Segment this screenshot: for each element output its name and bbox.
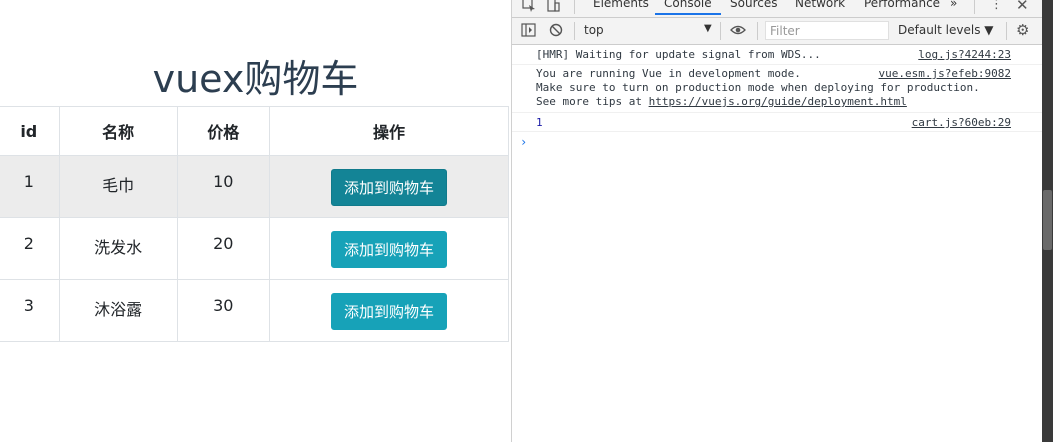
cell-action: 添加到购物车 — [268, 155, 510, 218]
cell-action: 添加到购物车 — [268, 217, 510, 280]
add-to-cart-button[interactable]: 添加到购物车 — [330, 169, 447, 206]
divider — [512, 112, 1043, 113]
page-title: vuex购物车 — [152, 57, 359, 101]
header-price: 价格 — [176, 106, 270, 156]
devtools-panel: Elements Console Sources Network Perform… — [511, 0, 1053, 442]
close-icon[interactable]: ✕ — [1016, 0, 1029, 14]
cell-id: 2 — [0, 217, 60, 280]
table-header-row: id 名称 价格 操作 — [0, 106, 510, 156]
tab-performance[interactable]: Performance — [864, 0, 940, 10]
cell-id: 1 — [0, 155, 60, 218]
cell-name: 洗发水 — [58, 217, 178, 280]
divider — [512, 131, 1043, 132]
header-id: id — [0, 106, 60, 156]
filter-input[interactable]: Filter — [765, 21, 889, 40]
console-message: [HMR] Waiting for update signal from WDS… — [536, 48, 821, 61]
tab-network[interactable]: Network — [795, 0, 845, 10]
cell-action: 添加到购物车 — [268, 279, 510, 342]
cell-price: 30 — [176, 279, 270, 342]
context-dropdown-icon[interactable]: ▼ — [704, 23, 712, 34]
console-message: 1 — [536, 116, 543, 129]
divider — [512, 64, 1043, 65]
context-selector[interactable]: top — [584, 23, 604, 37]
cell-id: 3 — [0, 279, 60, 342]
table-row: 1 毛巾 10 添加到购物车 — [0, 155, 510, 218]
table-row: 3 沐浴露 30 添加到购物车 — [0, 279, 510, 342]
console-prompt-icon[interactable]: › — [520, 135, 527, 149]
message-source-link[interactable]: vue.esm.js?efeb:9082 — [879, 67, 1011, 80]
divider — [974, 0, 975, 14]
log-levels-dropdown[interactable]: Default levels ▼ — [898, 23, 994, 37]
tab-sources[interactable]: Sources — [730, 0, 777, 10]
divider — [574, 0, 575, 14]
divider — [757, 22, 758, 40]
add-to-cart-button[interactable]: 添加到购物车 — [330, 293, 447, 330]
cell-price: 10 — [176, 155, 270, 218]
clear-console-icon[interactable] — [549, 23, 563, 41]
table-row: 2 洗发水 20 添加到购物车 — [0, 217, 510, 280]
kebab-menu-icon[interactable]: ⋮ — [990, 0, 1003, 12]
header-name: 名称 — [58, 106, 178, 156]
console-settings-gear-icon[interactable]: ⚙ — [1016, 21, 1029, 39]
console-toolbar: top ▼ Filter Default levels ▼ ⚙ — [512, 18, 1043, 45]
window-scrollbar[interactable] — [1042, 0, 1053, 442]
message-source-link[interactable]: log.js?4244:23 — [918, 48, 1011, 61]
add-to-cart-button[interactable]: 添加到购物车 — [330, 231, 447, 268]
scrollbar-thumb[interactable] — [1043, 190, 1052, 250]
message-source-link[interactable]: cart.js?60eb:29 — [912, 116, 1011, 129]
cart-table: id 名称 价格 操作 1 毛巾 10 添加到购物车 2 洗发水 20 添加到购… — [0, 106, 510, 342]
devtools-tabbar: Elements Console Sources Network Perform… — [512, 0, 1043, 18]
app-page: vuex购物车 id 名称 价格 操作 1 毛巾 10 添加到购物车 2 洗发水… — [0, 0, 511, 442]
sidebar-toggle-icon[interactable] — [521, 23, 536, 41]
cell-price: 20 — [176, 217, 270, 280]
inspect-element-icon[interactable] — [522, 0, 536, 16]
cell-name: 沐浴露 — [58, 279, 178, 342]
divider — [720, 22, 721, 40]
header-action: 操作 — [268, 106, 510, 156]
tab-elements[interactable]: Elements — [593, 0, 649, 10]
tab-console[interactable]: Console — [655, 0, 721, 15]
console-output: [HMR] Waiting for update signal from WDS… — [512, 45, 1043, 442]
more-tabs-button[interactable]: » — [950, 0, 957, 10]
deployment-docs-link[interactable]: https://vuejs.org/guide/deployment.html — [649, 95, 907, 108]
live-expression-eye-icon[interactable] — [730, 23, 746, 41]
divider — [1006, 22, 1007, 40]
device-toolbar-icon[interactable] — [546, 0, 560, 16]
divider — [574, 22, 575, 40]
cell-name: 毛巾 — [58, 155, 178, 218]
